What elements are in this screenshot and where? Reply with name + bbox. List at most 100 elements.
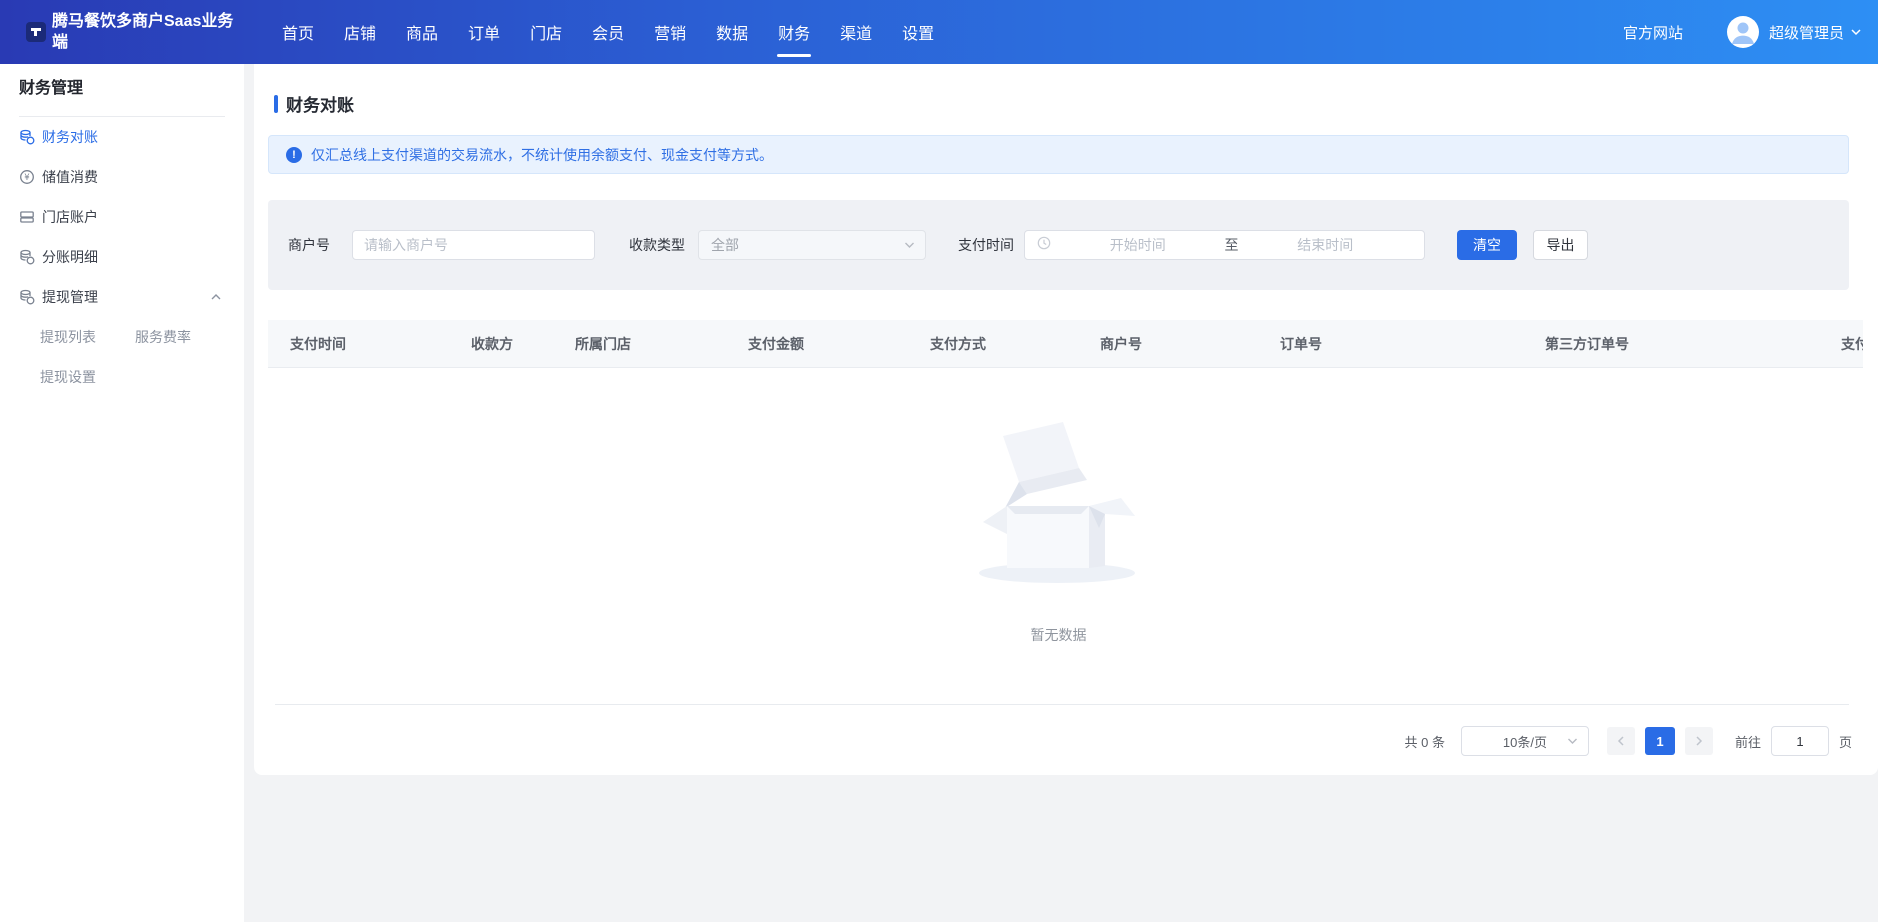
filter-bar: 商户号 收款类型 全部 支付时间 开始时间 至 结束时间 清空 导出 bbox=[268, 200, 1849, 290]
prev-page-button[interactable] bbox=[1607, 727, 1635, 755]
chevron-left-icon bbox=[1616, 735, 1626, 747]
sidebar-item-split-detail[interactable]: 分账明细 bbox=[0, 237, 244, 277]
empty-text: 暂无数据 bbox=[254, 625, 1863, 645]
yuan-circle-icon: ¥ bbox=[19, 169, 35, 185]
top-nav-item[interactable]: 店铺 bbox=[344, 0, 376, 64]
sidebar-subitem-service-rate[interactable]: 服务费率 bbox=[135, 317, 244, 357]
user-icon bbox=[1727, 16, 1759, 48]
merchant-id-label: 商户号 bbox=[288, 235, 330, 255]
ledger-coins-icon bbox=[19, 289, 35, 305]
top-nav-item-label: 首页 bbox=[282, 20, 314, 44]
payment-type-label: 收款类型 bbox=[629, 235, 685, 255]
pagination: 共 0 条 10条/页 1 前往 页 bbox=[1405, 726, 1853, 756]
top-nav-item-label: 渠道 bbox=[840, 20, 872, 44]
logo-glyph bbox=[30, 26, 42, 38]
top-nav-item[interactable]: 订单 bbox=[468, 0, 500, 64]
top-nav-item-label: 会员 bbox=[592, 20, 624, 44]
table-column-header: 订单号 bbox=[1280, 334, 1322, 354]
top-nav-item[interactable]: 渠道 bbox=[840, 0, 872, 64]
table-column-header: 第三方订单号 bbox=[1545, 334, 1629, 354]
pagination-divider bbox=[275, 704, 1849, 705]
page-unit-label: 页 bbox=[1839, 732, 1852, 751]
svg-text:¥: ¥ bbox=[24, 173, 30, 183]
table-column-header: 商户号 bbox=[1100, 334, 1142, 354]
table-column-header: 支付方式 bbox=[930, 334, 986, 354]
goto-label: 前往 bbox=[1735, 732, 1761, 751]
topbar: 腾马餐饮多商户Saas业务端 首页 店铺 商品 订 bbox=[0, 0, 1878, 64]
export-button[interactable]: 导出 bbox=[1533, 230, 1588, 260]
info-alert: ! 仅汇总线上支付渠道的交易流水，不统计使用余额支付、现金支付等方式。 bbox=[268, 135, 1849, 174]
sidebar-item-label: 门店账户 bbox=[42, 207, 98, 227]
withdraw-submenu: 提现列表 服务费率 提现设置 bbox=[0, 317, 244, 397]
pay-time-range-picker[interactable]: 开始时间 至 结束时间 bbox=[1024, 230, 1425, 260]
wallet-icon bbox=[19, 209, 35, 225]
ledger-coins-icon bbox=[19, 249, 35, 265]
user-menu[interactable]: 超级管理员 bbox=[1769, 22, 1844, 43]
official-site-link[interactable]: 官方网站 bbox=[1623, 22, 1683, 43]
top-nav-item[interactable]: 首页 bbox=[282, 0, 314, 64]
table-column-header: 支付 bbox=[1841, 334, 1863, 354]
app-window: 腾马餐饮多商户Saas业务端 首页 店铺 商品 订 bbox=[0, 0, 1878, 922]
page-title-row: 财务对账 bbox=[274, 91, 354, 116]
sidebar-subitem-withdraw-list[interactable]: 提现列表 bbox=[40, 317, 135, 357]
active-nav-underline bbox=[777, 54, 811, 57]
sidebar-item-withdraw[interactable]: 提现管理 bbox=[0, 277, 244, 317]
ledger-coins-icon bbox=[19, 129, 35, 145]
sidebar-item-label: 储值消费 bbox=[42, 167, 98, 187]
info-alert-text: 仅汇总线上支付渠道的交易流水，不统计使用余额支付、现金支付等方式。 bbox=[311, 145, 773, 165]
payment-type-select[interactable]: 全部 bbox=[698, 230, 926, 260]
top-nav-item[interactable]: 门店 bbox=[530, 0, 562, 64]
page-size-select[interactable]: 10条/页 bbox=[1461, 726, 1589, 756]
sidebar-item-stored-value[interactable]: ¥ 储值消费 bbox=[0, 157, 244, 197]
top-nav-item[interactable]: 会员 bbox=[592, 0, 624, 64]
sidebar-item-store-account[interactable]: 门店账户 bbox=[0, 197, 244, 237]
top-nav-item-label: 财务 bbox=[778, 20, 810, 44]
payment-type-value: 全部 bbox=[711, 235, 739, 255]
goto-page-input[interactable] bbox=[1771, 726, 1829, 756]
page-title: 财务对账 bbox=[286, 91, 354, 116]
top-nav-item-label: 设置 bbox=[902, 20, 934, 44]
top-nav-item-label: 数据 bbox=[716, 20, 748, 44]
current-page-button[interactable]: 1 bbox=[1645, 727, 1675, 755]
sidebar: 财务管理 财务对账 ¥ 储值消费 bbox=[0, 64, 244, 922]
top-nav-item-label: 营销 bbox=[654, 20, 686, 44]
end-time-placeholder: 结束时间 bbox=[1239, 235, 1413, 255]
table-header: 支付时间 收款方 所属门店 支付金额 支付方式 商户号 订单号 第三方订单号 支… bbox=[268, 320, 1863, 368]
top-nav-item-label: 商品 bbox=[406, 20, 438, 44]
top-nav: 首页 店铺 商品 订单 门店 bbox=[282, 0, 964, 64]
pay-time-label: 支付时间 bbox=[958, 235, 1014, 255]
topbar-right: 官方网站 超级管理员 bbox=[1623, 16, 1862, 48]
sidebar-item-label: 提现管理 bbox=[42, 287, 98, 307]
sidebar-item-label: 分账明细 bbox=[42, 247, 98, 267]
clock-icon bbox=[1037, 236, 1051, 255]
table-column-header: 支付时间 bbox=[290, 334, 346, 354]
top-nav-item[interactable]: 营销 bbox=[654, 0, 686, 64]
sidebar-subitem-withdraw-settings[interactable]: 提现设置 bbox=[40, 357, 135, 397]
next-page-button[interactable] bbox=[1685, 727, 1713, 755]
chevron-down-icon bbox=[1567, 738, 1578, 745]
top-nav-item-label: 门店 bbox=[530, 20, 562, 44]
top-nav-item[interactable]: 设置 bbox=[902, 0, 934, 64]
title-accent-bar bbox=[274, 95, 278, 113]
table-column-header: 支付金额 bbox=[748, 334, 804, 354]
content-card: 财务对账 ! 仅汇总线上支付渠道的交易流水，不统计使用余额支付、现金支付等方式。… bbox=[254, 64, 1878, 775]
chevron-up-icon[interactable] bbox=[210, 293, 222, 301]
app-logo[interactable] bbox=[26, 22, 46, 42]
top-nav-item[interactable]: 财务 bbox=[778, 0, 810, 64]
top-nav-item-label: 店铺 bbox=[344, 20, 376, 44]
avatar[interactable] bbox=[1727, 16, 1759, 48]
sidebar-title: 财务管理 bbox=[19, 78, 244, 100]
sidebar-item-label: 财务对账 bbox=[42, 127, 98, 147]
top-nav-item[interactable]: 数据 bbox=[716, 0, 748, 64]
start-time-placeholder: 开始时间 bbox=[1051, 235, 1225, 255]
merchant-id-input[interactable] bbox=[352, 230, 595, 260]
chevron-down-icon[interactable] bbox=[1850, 28, 1862, 36]
table-column-header: 所属门店 bbox=[575, 334, 631, 354]
page-size-value: 10条/页 bbox=[1503, 732, 1547, 751]
info-icon: ! bbox=[286, 147, 302, 163]
clear-button[interactable]: 清空 bbox=[1457, 230, 1517, 260]
table-column-header: 收款方 bbox=[471, 334, 513, 354]
sidebar-item-reconciliation[interactable]: 财务对账 bbox=[0, 117, 244, 157]
app-title: 腾马餐饮多商户Saas业务端 bbox=[52, 11, 244, 53]
top-nav-item[interactable]: 商品 bbox=[406, 0, 438, 64]
